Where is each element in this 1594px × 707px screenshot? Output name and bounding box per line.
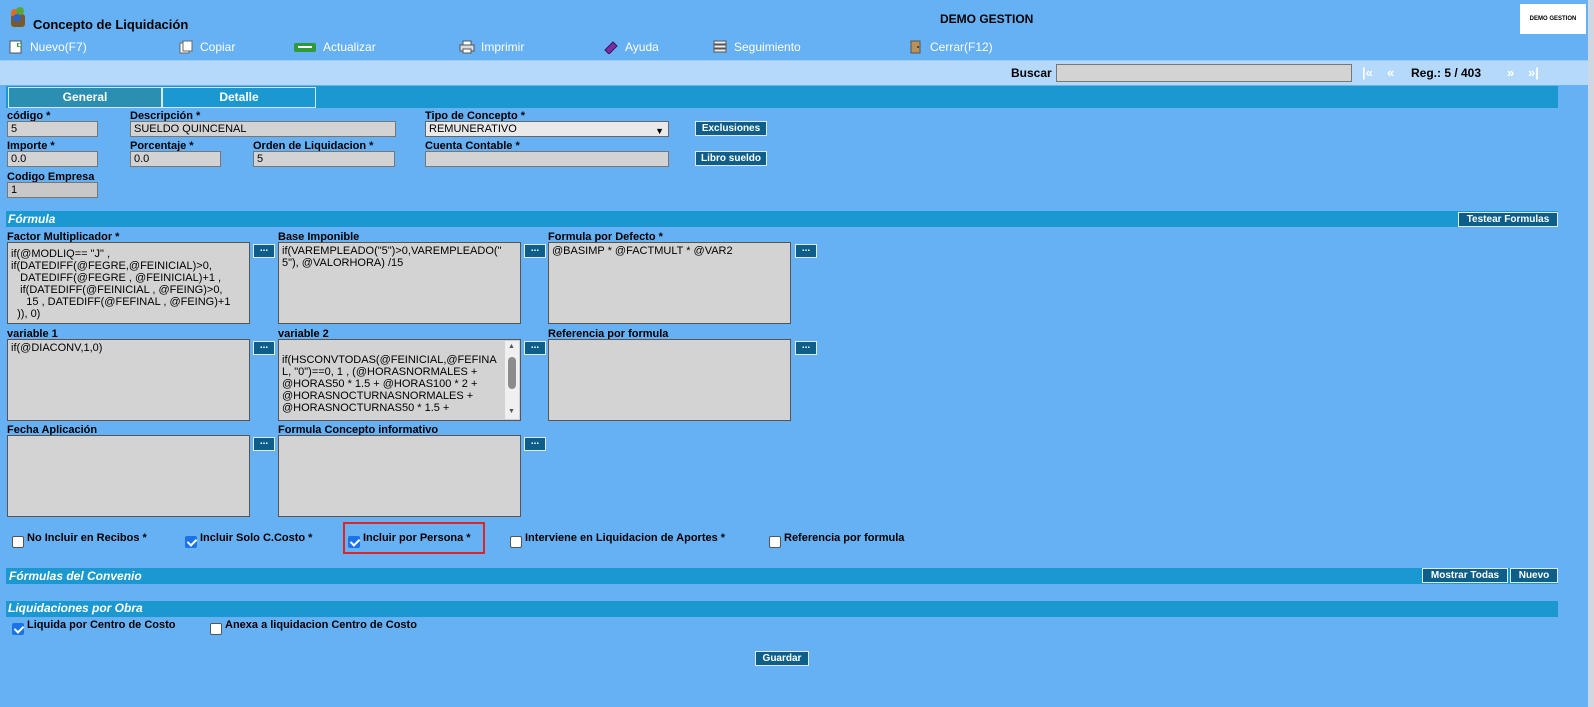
base-edit-button[interactable]: ... [524,244,546,258]
anexa-ccosto-checkbox[interactable] [210,623,222,635]
tracking-label: Seguimiento [734,40,801,54]
obra-section-title: Liquidaciones por Obra [8,601,143,615]
solo-ccosto-checkbox[interactable] [185,536,197,548]
print-button[interactable]: Imprimir [459,40,524,54]
prev-record-button[interactable]: « [1387,65,1394,80]
close-label: Cerrar(F12) [930,40,993,54]
tab-general[interactable]: General [8,87,162,108]
help-button[interactable]: Ayuda [603,40,659,55]
informativo-textarea[interactable] [278,435,521,517]
title-bar [0,0,1594,36]
refresh-icon [293,40,317,54]
add-document-icon [8,40,24,54]
page-title: Concepto de Liquidación [33,17,189,32]
var1-textarea[interactable]: if(@DIACONV,1,0) [7,339,250,421]
exclusiones-button[interactable]: Exclusiones [695,121,767,136]
referencia-textarea[interactable] [548,339,791,421]
testear-formulas-button[interactable]: Testear Formulas [1458,212,1558,227]
app-logo-icon [8,6,28,28]
var1-edit-button[interactable]: ... [253,341,275,355]
fecha-textarea[interactable] [7,435,250,517]
tracking-button[interactable]: Seguimiento [712,40,801,54]
search-input[interactable] [1056,64,1352,82]
tipo-select[interactable]: REMUNERATIVO ▼ [425,121,669,137]
por-persona-checkbox[interactable] [348,536,360,548]
printer-icon [459,40,475,54]
copy-button[interactable]: Copiar [178,40,235,54]
informativo-edit-button[interactable]: ... [524,437,546,451]
no-incluir-checkbox[interactable] [12,536,24,548]
referencia-edit-button[interactable]: ... [795,341,817,355]
codigo-field[interactable]: 5 [7,121,98,137]
company-name: DEMO GESTION [940,12,1034,26]
formula-section-bar [6,211,1558,227]
formula-section-title: Fórmula [8,212,56,226]
interviene-checkbox[interactable] [510,536,522,548]
new-label: Nuevo(F7) [30,40,87,54]
last-record-button[interactable]: »| [1528,65,1539,80]
obra-section-bar [6,601,1558,617]
company-logo: DEMO GESTION [1520,4,1586,34]
nuevo-convenio-button[interactable]: Nuevo [1510,568,1558,583]
referencia-formula-label: Referencia por formula [784,532,905,544]
scroll-up-icon[interactable]: ▲ [508,343,515,350]
orden-field[interactable]: 5 [253,151,395,167]
no-incluir-label: No Incluir en Recibos * [27,532,147,544]
libro-sueldo-button[interactable]: Libro sueldo [695,151,767,166]
toolbar: Nuevo(F7) Copiar Actualizar Imprimir Ayu… [0,36,1588,61]
copy-icon [178,40,194,54]
porcentaje-field[interactable]: 0.0 [130,151,221,167]
base-textarea[interactable]: if(VAREMPLEADO("5")>0,VAREMPLEADO(" 5"),… [278,242,521,324]
fecha-edit-button[interactable]: ... [253,437,275,451]
chevron-down-icon: ▼ [655,126,664,136]
factor-textarea[interactable]: if(@MODLIQ== "J" , if(DATEDIFF(@FEGRE,@F… [7,242,250,324]
descripcion-field[interactable]: SUELDO QUINCENAL [130,121,396,137]
mostrar-todas-button[interactable]: Mostrar Todas [1422,568,1508,583]
defecto-textarea[interactable]: @BASIMP * @FACTMULT * @VAR2 [548,242,791,324]
interviene-label: Interviene en Liquidacion de Aportes * [525,532,726,544]
help-book-icon [603,40,619,55]
empresa-field: 1 [7,182,98,198]
liquida-ccosto-label: Liquida por Centro de Costo [27,619,176,631]
cuenta-field[interactable] [425,151,669,167]
por-persona-label: Incluir por Persona * [363,532,471,544]
copy-label: Copiar [200,40,236,54]
liquida-ccosto-checkbox[interactable] [12,623,24,635]
convenio-section-bar [6,568,1558,584]
help-label: Ayuda [625,40,659,54]
tipo-value: REMUNERATIVO [429,123,517,135]
next-record-button[interactable]: » [1507,65,1514,80]
window-edge [1588,0,1594,707]
refresh-label: Actualizar [323,40,376,54]
close-door-icon [908,40,924,54]
var2-scroll-thumb[interactable] [508,357,516,389]
referencia-formula-checkbox[interactable] [769,536,781,548]
factor-edit-button[interactable]: ... [253,244,275,258]
scroll-down-icon[interactable]: ▼ [508,408,515,415]
print-label: Imprimir [481,40,525,54]
close-button[interactable]: Cerrar(F12) [908,40,993,54]
first-record-button[interactable]: |« [1362,65,1373,80]
convenio-section-title: Fórmulas del Convenio [9,569,142,583]
solo-ccosto-label: Incluir Solo C.Costo * [200,532,313,544]
var2-edit-button[interactable]: ... [524,341,546,355]
defecto-edit-button[interactable]: ... [795,244,817,258]
tab-detalle[interactable]: Detalle [162,87,316,108]
record-counter: Reg.: 5 / 403 [1411,66,1482,80]
var2-textarea[interactable]: if(HSCONVTODAS(@FEINICIAL,@FEFINA L, "0"… [278,339,521,421]
anexa-ccosto-label: Anexa a liquidacion Centro de Costo [225,619,417,631]
refresh-button[interactable]: Actualizar [293,40,376,54]
guardar-button[interactable]: Guardar [755,651,809,666]
tracking-stack-icon [712,40,728,54]
search-label: Buscar [1011,66,1052,80]
importe-field[interactable]: 0.0 [7,151,98,167]
new-button[interactable]: Nuevo(F7) [8,40,87,54]
